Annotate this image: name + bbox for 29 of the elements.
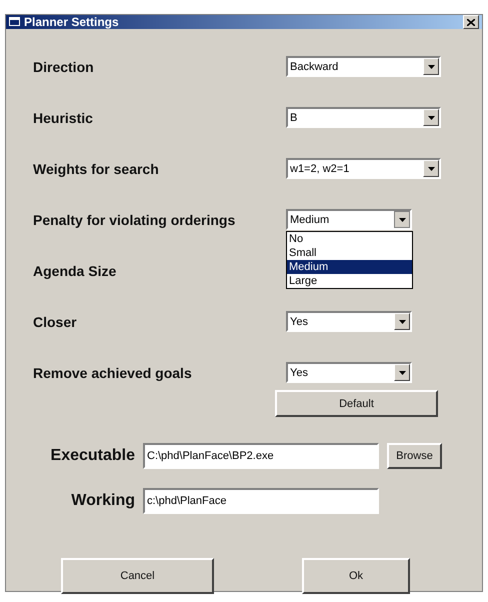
setting-label: Closer [33,314,78,330]
setting-label: Weights for search [33,160,160,176]
ok-button[interactable]: Ok [302,558,410,594]
setting-label: Remove achieved goals [33,364,193,380]
dropdown[interactable]: Yes [286,362,412,383]
window-title: Planner Settings [24,15,120,29]
dropdown[interactable]: Backward [286,56,441,77]
setting-label: Penalty for violating orderings [33,212,236,228]
setting-label: Heuristic [33,110,94,126]
browse-button[interactable]: Browse [387,443,442,469]
close-button[interactable] [463,15,479,29]
dropdown-option[interactable]: Medium [287,260,412,274]
dropdown-option[interactable]: Large [287,274,412,288]
path-label: Executable [50,447,135,465]
setting-label: Direction [33,58,95,74]
path-field[interactable]: C:\phd\PlanFace\BP2.exe [143,443,379,469]
path-field[interactable]: c:\phd\PlanFace [143,488,379,514]
dropdown[interactable]: Medium [286,209,412,230]
setting-label: Agenda Size [33,262,118,278]
path-label: Working [70,492,135,510]
default-button[interactable]: Default [275,390,438,417]
cancel-button[interactable]: Cancel [61,558,214,594]
close-icon [467,18,475,26]
dropdown[interactable]: B [286,107,441,128]
dropdown[interactable]: w1=2, w2=1 [286,158,441,179]
dropdown-option[interactable]: No [287,232,412,246]
dropdown[interactable]: Yes [286,311,412,332]
window-icon [9,17,21,27]
dropdown-option[interactable]: Small [287,246,412,260]
